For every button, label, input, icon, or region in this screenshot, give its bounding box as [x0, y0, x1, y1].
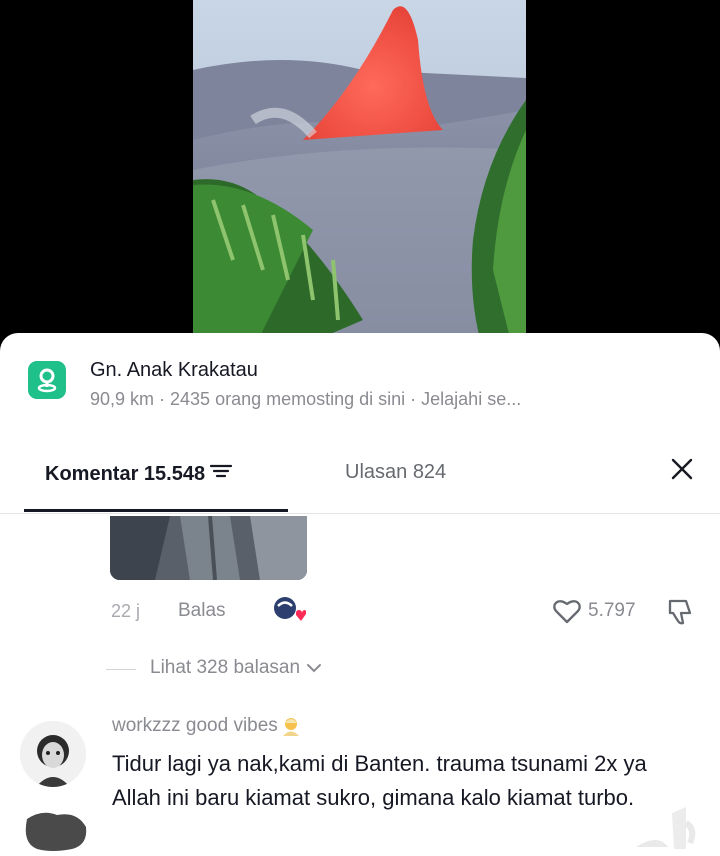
like-count: 5.797	[588, 600, 636, 621]
location-meta: 90,9 km · 2435 orang memosting di sini ·…	[90, 389, 522, 409]
view-replies-label: Lihat 328 balasan	[150, 657, 301, 678]
sort-icon[interactable]	[209, 461, 233, 487]
comment-image[interactable]	[110, 516, 307, 580]
tab-reviews[interactable]: Ulasan 824	[345, 461, 446, 484]
dislike-button[interactable]	[666, 597, 696, 632]
view-replies[interactable]: Lihat 328 balasan	[0, 655, 720, 685]
video-frame	[193, 0, 526, 350]
close-button[interactable]	[664, 451, 700, 487]
video-player[interactable]	[0, 0, 720, 350]
person-emoji-icon	[282, 718, 299, 736]
comment-item: workzzz good vibes Tidur lagi ya nak,kam…	[0, 711, 720, 856]
replies-line	[106, 669, 136, 670]
comment-actions: 22 j Balas 5.797	[0, 595, 720, 631]
tab-comments[interactable]: Komentar 15.548	[45, 461, 233, 487]
tab-divider	[0, 513, 720, 514]
username-label: workzzz good vibes	[112, 715, 278, 736]
heart-icon	[553, 600, 581, 624]
thumbs-down-icon	[668, 599, 692, 625]
comment-sheet: Gn. Anak Krakatau 90,9 km · 2435 orang m…	[0, 333, 720, 856]
like-button[interactable]: 5.797	[552, 597, 636, 625]
volcano-video-image	[193, 0, 526, 350]
corner-mark	[628, 803, 698, 853]
active-tab-indicator	[24, 509, 288, 512]
redacted-blob	[22, 809, 90, 853]
tab-bar: Komentar 15.548 Ulasan 824	[0, 443, 720, 515]
reply-button[interactable]: Balas	[178, 600, 226, 622]
location-row[interactable]: Gn. Anak Krakatau 90,9 km · 2435 orang m…	[0, 333, 720, 433]
username[interactable]: workzzz good vibes	[112, 715, 302, 737]
comment-text: Tidur lagi ya nak,kami di Banten. trauma…	[112, 751, 647, 810]
chevron-down-icon	[307, 664, 322, 673]
location-name[interactable]: Gn. Anak Krakatau	[90, 359, 258, 382]
location-pin-icon	[28, 361, 66, 399]
comment-time: 22 j	[111, 601, 141, 621]
avatar[interactable]	[20, 721, 86, 787]
view-replies-text: Lihat 328 balasan	[150, 657, 323, 679]
tab-comments-label: Komentar 15.548	[45, 462, 206, 485]
close-icon	[671, 458, 693, 480]
creator-liked-icon	[272, 595, 307, 625]
